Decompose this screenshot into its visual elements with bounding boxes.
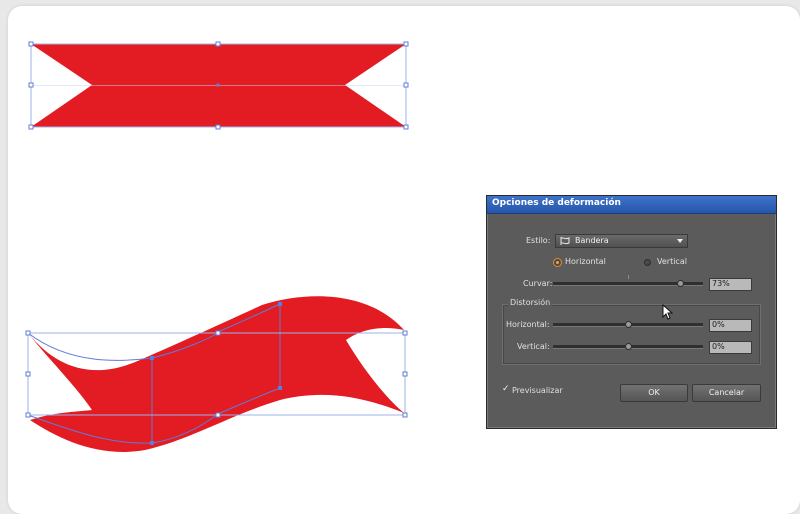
distortion-horizontal-label: Horizontal: xyxy=(506,320,550,329)
cancel-button-label: Cancelar xyxy=(708,388,745,397)
bend-value-field[interactable]: 73% xyxy=(709,278,752,291)
banner-warped-shape[interactable] xyxy=(28,296,404,452)
distortion-group-label: Distorsión xyxy=(508,298,553,307)
mouse-pointer-icon xyxy=(662,304,674,320)
warp-options-dialog: Opciones de deformación Estilo: Bandera … xyxy=(486,195,777,429)
orientation-horizontal-radio[interactable] xyxy=(553,258,562,267)
distortion-vertical-slider-thumb[interactable] xyxy=(625,343,632,350)
bend-value: 73% xyxy=(712,279,730,288)
dialog-title: Opciones de deformación xyxy=(492,198,621,208)
dialog-titlebar[interactable]: Opciones de deformación xyxy=(487,196,776,214)
preview-label[interactable]: Previsualizar xyxy=(512,386,563,395)
chevron-down-icon xyxy=(677,239,683,243)
distortion-vertical-value-field[interactable]: 0% xyxy=(709,341,752,354)
bend-slider-thumb[interactable] xyxy=(677,280,684,287)
ok-button-label: OK xyxy=(648,388,660,397)
orientation-horizontal-label[interactable]: Horizontal xyxy=(565,257,606,266)
cancel-button[interactable]: Cancelar xyxy=(692,384,761,402)
flag-style-icon xyxy=(560,237,570,245)
preview-checkbox[interactable]: ✓ xyxy=(502,384,510,394)
bend-slider-center-tick xyxy=(628,275,629,279)
style-label: Estilo: xyxy=(526,236,551,245)
bend-label: Curvar: xyxy=(523,279,553,288)
banner-warped[interactable] xyxy=(25,296,408,452)
orientation-vertical-label[interactable]: Vertical xyxy=(657,257,687,266)
distortion-horizontal-value: 0% xyxy=(712,320,725,329)
distortion-vertical-value: 0% xyxy=(712,342,725,351)
orientation-vertical-radio[interactable] xyxy=(644,259,651,266)
style-dropdown[interactable]: Bandera xyxy=(555,234,688,248)
distortion-horizontal-slider-thumb[interactable] xyxy=(625,321,632,328)
distortion-vertical-label: Vertical: xyxy=(517,342,550,351)
ok-button[interactable]: OK xyxy=(620,384,688,402)
style-dropdown-value: Bandera xyxy=(575,236,609,245)
distortion-horizontal-value-field[interactable]: 0% xyxy=(709,319,752,332)
banner-flat-center-point xyxy=(216,83,220,87)
distortion-group xyxy=(502,304,761,365)
banner-flat[interactable] xyxy=(28,41,409,130)
